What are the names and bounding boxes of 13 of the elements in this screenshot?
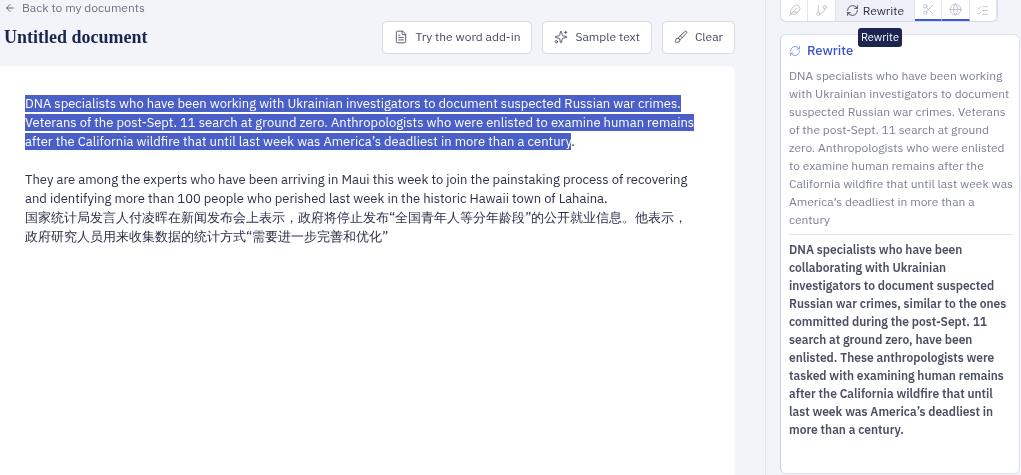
- document-paragraph: They are among the experts who have been arriving in Maui this week to join the painstaking process of recovering and identifying more than 100 people who perished last week in the historic Hawaii town of Lahaina.: [25, 170, 689, 208]
- toolbar-button[interactable]: Try the word add-in: [382, 20, 533, 54]
- original-text: DNA specialists who have been working with Ukrainian investigators to document suspected Russian war crimes. Veterans of the post-Sept. 11 search at ground zero. Anthropologists who were enlisted to examine human remains after the California wildfire that until last week was America’s deadliest in more than a century: [789, 66, 1013, 235]
- toolbar-button[interactable]: Sample text: [542, 20, 652, 54]
- tooltip: Rewrite: [858, 28, 902, 47]
- toolbar-button[interactable]: Clear: [661, 20, 735, 54]
- tool-tab[interactable]: Rewrite: [835, 0, 916, 21]
- document-paragraph: 国家统计局发言人付凌晖在新闻发布会上表示，政府将停止发布“全国青年人等分年龄段”的公开就业信息。他表示，政府研究人员用来收集数据的统计方式“需要进一步完善和优化”: [25, 208, 689, 246]
- back-link[interactable]: Back to my documents: [0, 0, 735, 16]
- document-paragraph: DNA specialists who have been working with Ukrainian investigators to document suspected Russian war crimes. Veterans of the post-Sept. 11 search at ground zero. Anthropologists who were enlisted to examine human remains after the California wildfire that until last week was America’s deadliest in more than a century.: [25, 94, 695, 151]
- rewrite-suggestion: DNA specialists who have been collaborating with Ukrainian investigators to document suspected Russian war crimes, similar to the ones committed during the post-Sept. 11 search at ground zero, have been enlisted. These anthropologists were tasked with examining human remains after the California wildfire that until last week was America’s deadliest in more than a century.: [789, 240, 1008, 439]
- panel-title: Rewrite: [807, 41, 854, 61]
- document-title: Untitled document: [3, 25, 148, 49]
